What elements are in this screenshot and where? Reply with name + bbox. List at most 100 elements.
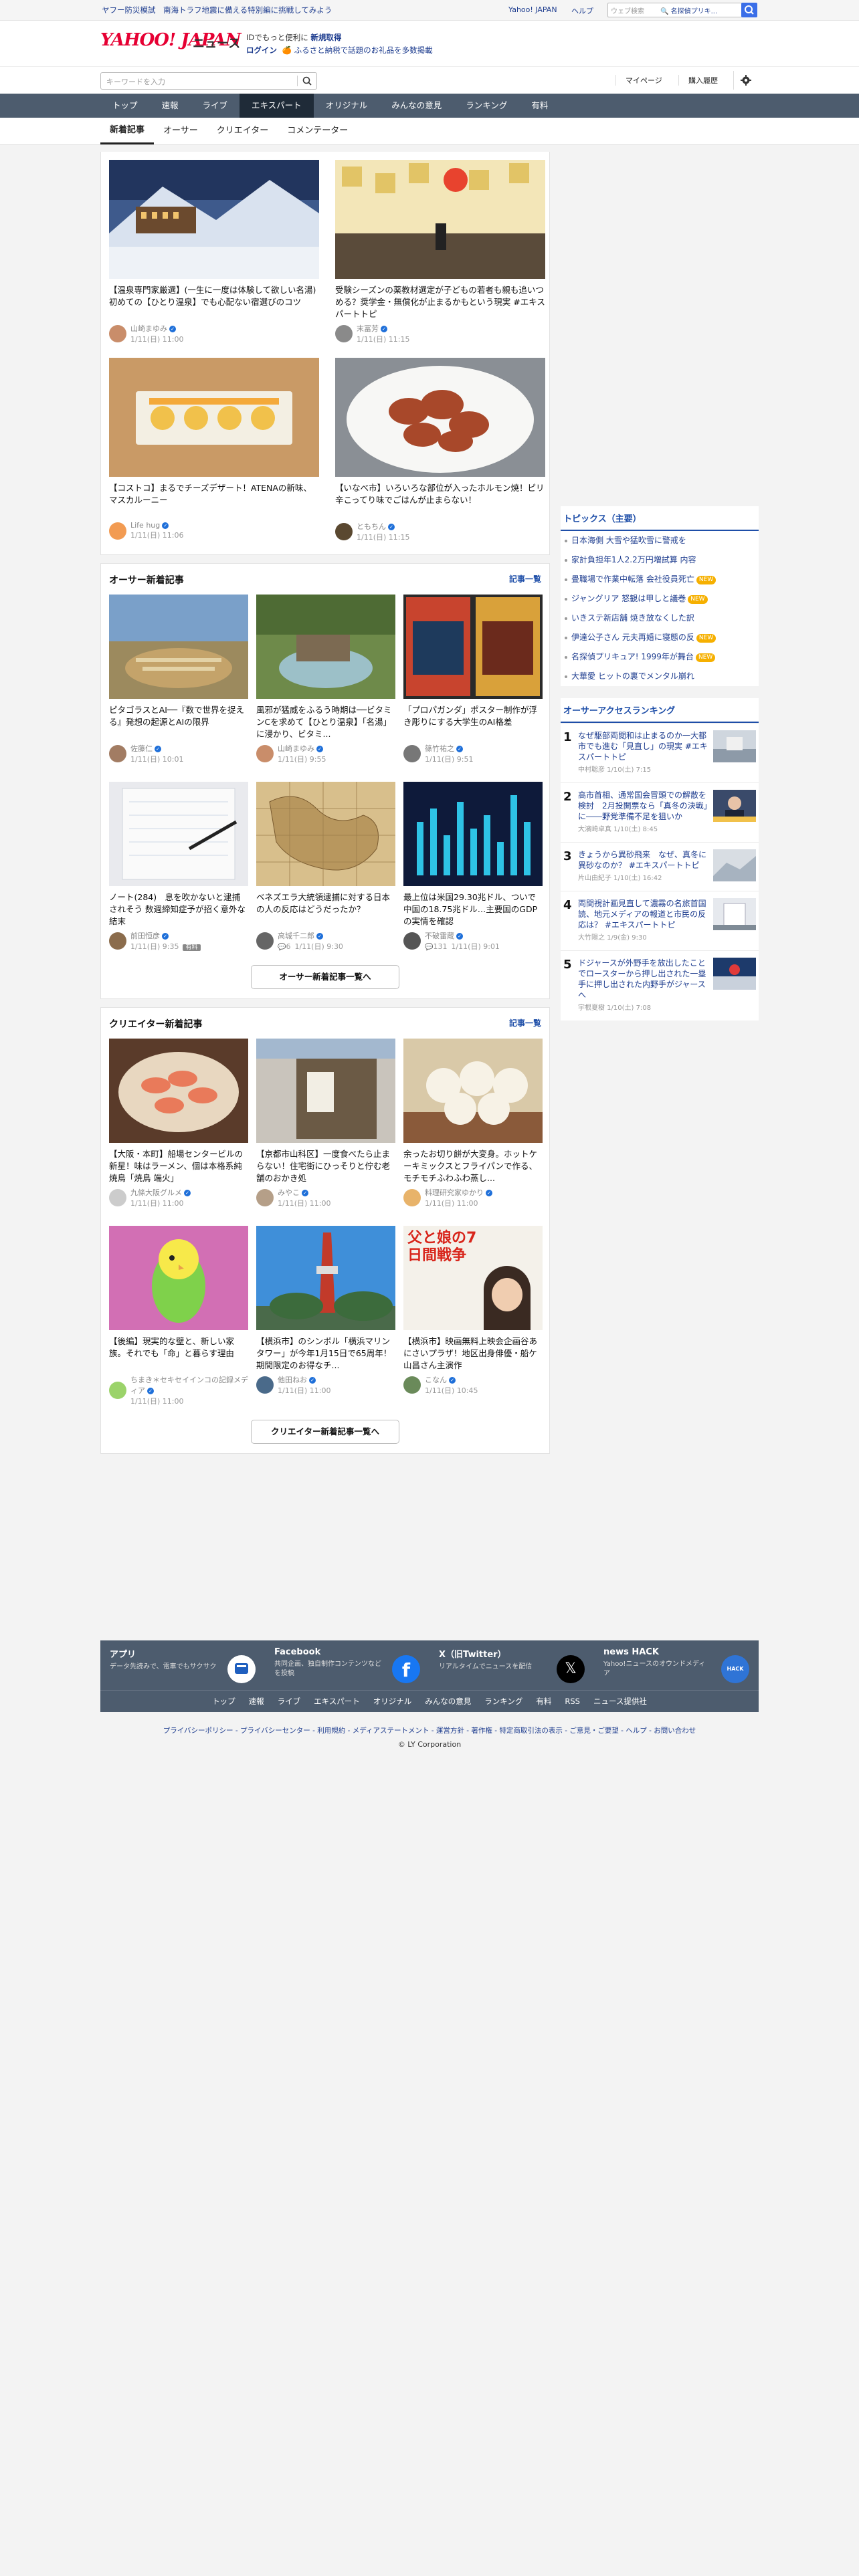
nav-flash[interactable]: 速報 <box>150 94 191 118</box>
creator-more-link[interactable]: 記事一覧 <box>509 1017 541 1031</box>
news-search-input[interactable]: キーワードを入力 <box>100 72 317 90</box>
article-card[interactable]: 余ったお切り餅が大変身。ホットケーキミックスとフライパンで作る、モチモチふわふわ… <box>403 1039 543 1208</box>
footer-link-rss[interactable]: RSS <box>558 1697 587 1706</box>
article-title[interactable]: 【横浜市】のシンボル「横浜マリンタワー」が今年1月15日で65周年！ 期間限定の… <box>256 1335 395 1372</box>
article-title[interactable]: 受験シーズンの薬教材選定が子どもの若者も親も追いつめる？奨学金・無償化が止まるか… <box>335 284 545 320</box>
ranking-item[interactable]: 3 きょうから異砂飛来 なぜ、真冬に異砂なのか？ #エキスパートトピ 片山由紀子 … <box>561 842 759 891</box>
article-card[interactable]: 【いなべ市】いろいろな部位が入ったホルモン焼！ピリ辛こってり味でごはんが止まらな… <box>335 358 545 542</box>
article-card[interactable]: 【横浜市】のシンボル「横浜マリンタワー」が今年1月15日で65周年！ 期間限定の… <box>256 1226 395 1406</box>
nav-original[interactable]: オリジナル <box>314 94 380 118</box>
topic-item[interactable]: 名探偵プリキュア! 1999年が舞台 NEW <box>561 647 759 667</box>
footer-link-providers[interactable]: ニュース提供社 <box>587 1696 654 1707</box>
footer-link-opinion[interactable]: みんなの意見 <box>418 1696 478 1707</box>
topic-item[interactable]: 家計負担年1人2.2万円増試算 内容 <box>561 550 759 570</box>
author-name[interactable]: 九條大阪グルメ <box>130 1188 182 1197</box>
settings-button[interactable] <box>733 71 758 90</box>
ranking-item[interactable]: 1 なぜ駆部両閲和は止まるのか一大都市でも進む「見直し」の現実 #エキスパートト… <box>561 723 759 782</box>
article-card[interactable]: 受験シーズンの薬教材選定が子どもの若者も親も追いつめる？奨学金・無償化が止まるか… <box>335 160 545 344</box>
author-name[interactable]: 末冨芳 <box>357 324 379 333</box>
footer-link-live[interactable]: ライブ <box>271 1696 308 1707</box>
article-title[interactable]: 【横浜市】映画無料上映会企画谷あにさいプラザ！地区出身俳優・船ケ山昌さん主演作 <box>403 1335 543 1372</box>
furusato-link[interactable]: 🍊 ふるさと納税で話題のお礼品を多数掲載 <box>282 45 433 55</box>
article-card[interactable]: ノート(284) 息を吹かないと逮捕されそう 数週締知症予が招く意外な結末 前田… <box>109 782 248 952</box>
article-title[interactable]: 【京都市山科区】一度食べたら止まらない！住宅街にひっそりと佇む老舗のおかき処 <box>256 1148 395 1184</box>
nav-ranking[interactable]: ランキング <box>454 94 519 118</box>
nav-live[interactable]: ライブ <box>191 94 240 118</box>
ranking-item[interactable]: 5 ドジャースが外野手を放出したことでロースターから押し出された一塁手に押し出さ… <box>561 950 759 1021</box>
article-title[interactable]: 【大阪・本町】船場センタービルの新星！味はラーメン、個は本格系純焼鳥「焼鳥 端火… <box>109 1148 248 1184</box>
article-title[interactable]: 【後編】現実的な壁と、新しい家族。それでも「命」と暮らす理由 <box>109 1335 248 1372</box>
article-card[interactable]: 【後編】現実的な壁と、新しい家族。それでも「命」と暮らす理由 ちまき＊セキセイイ… <box>109 1226 248 1406</box>
footer-link-original[interactable]: オリジナル <box>367 1696 419 1707</box>
article-card[interactable]: ベネズエラ大統領逮捕に対する日本の人の反応はどうだったか？ 高城千二郎 ✓ 💬6 1/… <box>256 782 395 952</box>
author-name[interactable]: 山崎まゆみ <box>130 324 167 333</box>
mypage-link[interactable]: マイページ <box>615 75 662 86</box>
topic-item[interactable]: 畳職場で作業中転落 会社役員死亡 NEW <box>561 570 759 589</box>
purchase-history-link[interactable]: 購入履歴 <box>678 75 718 86</box>
article-title[interactable]: ベネズエラ大統領逮捕に対する日本の人の反応はどうだったか？ <box>256 891 395 928</box>
article-card[interactable]: 父と娘の7日間戦争 【横浜市】映画無料上映会企画谷あにさいプラザ！地区出身俳優・… <box>403 1226 543 1406</box>
footer-link-top[interactable]: トップ <box>205 1696 242 1707</box>
tab-creator[interactable]: クリエイター <box>207 118 278 144</box>
author-name[interactable]: 不破雷蔵 <box>425 932 454 940</box>
ranking-item[interactable]: 2 高市首相、通常国会冒頭での解散を検討 2月投開票なら「真冬の決戦」に――野党… <box>561 782 759 842</box>
topic-item[interactable]: 伊達公子さん 元夫再婚に寝態の反 NEW <box>561 628 759 647</box>
article-card[interactable]: 【温泉専門家厳選】(一生に一度は体験して欲しい名湯) 初めての【ひとり温泉】でも… <box>109 160 319 344</box>
article-title[interactable]: 最上位は米国29.30兆ドル、ついで中国の18.75兆ドル…主要国のGDPの実情… <box>403 891 543 928</box>
topic-item[interactable]: 日本海側 大雪や猛吹雪に警戒を <box>561 531 759 550</box>
author-name[interactable]: 高城千二郎 <box>278 932 314 940</box>
article-title[interactable]: 「プロパガンダ」ポスター制作が浮き彫りにする大学生のAI格差 <box>403 704 543 740</box>
article-title[interactable]: ノート(284) 息を吹かないと逮捕されそう 数週締知症予が招く意外な結末 <box>109 891 248 928</box>
search-icon[interactable] <box>302 76 312 86</box>
article-title[interactable]: 【温泉専門家厳選】(一生に一度は体験して欲しい名湯) 初めての【ひとり温泉】でも… <box>109 284 319 320</box>
yahoo-japan-link[interactable]: Yahoo! JAPAN <box>508 5 557 14</box>
article-card[interactable]: 風邪が猛威をふるう時期は──ビタミンCを求めて【ひとり温泉】「名湯」に浸かり、ビ… <box>256 595 395 764</box>
legal-links[interactable]: プライバシーポリシー - プライバシーセンター - 利用規約 - メディアステー… <box>100 1725 759 1735</box>
ranking-item[interactable]: 4 両間視計画見直して濃霧の名旅首国読、地元メディアの報道と市民の反応は？ #エ… <box>561 891 759 950</box>
article-card[interactable]: 【京都市山科区】一度食べたら止まらない！住宅街にひっそりと佇む老舗のおかき処 み… <box>256 1039 395 1208</box>
nav-paid[interactable]: 有料 <box>519 94 560 118</box>
register-link[interactable]: 新規取得 <box>310 33 341 42</box>
article-title[interactable]: 【いなべ市】いろいろな部位が入ったホルモン焼！ピリ辛こってり味でごはんが止まらな… <box>335 482 545 518</box>
topic-item[interactable]: 大華愛 ヒットの裏でメンタル崩れ <box>561 667 759 686</box>
footer-link-paid[interactable]: 有料 <box>529 1696 558 1707</box>
footer-x[interactable]: X（旧Twitter） リアルタイムでニュースを配信 𝕏 <box>430 1640 594 1690</box>
nav-expert[interactable]: エキスパート <box>240 94 314 118</box>
nav-opinion[interactable]: みんなの意見 <box>379 94 454 118</box>
author-name[interactable]: みやこ <box>278 1188 300 1197</box>
author-name[interactable]: 篠竹祐之 <box>425 744 454 753</box>
article-title[interactable]: 風邪が猛威をふるう時期は──ビタミンCを求めて【ひとり温泉】「名湯」に浸かり、ビ… <box>256 704 395 740</box>
nav-top[interactable]: トップ <box>100 94 150 118</box>
footer-link-ranking[interactable]: ランキング <box>478 1696 529 1707</box>
disaster-drill-link[interactable]: ヤフー防災模試 南海トラフ地震に備える特別編に挑戦してみよう <box>102 5 332 15</box>
tab-new-articles[interactable]: 新着記事 <box>100 118 155 144</box>
web-search-button[interactable] <box>741 3 757 17</box>
author-name[interactable]: 佐藤仁 <box>130 744 153 753</box>
tab-commentator[interactable]: コメンテーター <box>278 118 357 144</box>
author-list-button[interactable]: オーサー新着記事一覧へ <box>251 965 399 989</box>
tab-author[interactable]: オーサー <box>154 118 207 144</box>
topic-item[interactable]: いきステ新店舗 焼き放なくした訳 <box>561 609 759 628</box>
topic-item[interactable]: ジャングリア 怒観は甲しと議巻 NEW <box>561 589 759 609</box>
creator-list-button[interactable]: クリエイター新着記事一覧へ <box>251 1420 399 1444</box>
author-name[interactable]: 料理研究家ゆかり <box>425 1188 484 1197</box>
author-name[interactable]: こなん <box>425 1376 447 1384</box>
article-card[interactable]: 最上位は米国29.30兆ドル、ついで中国の18.75兆ドル…主要国のGDPの実情… <box>403 782 543 952</box>
footer-facebook[interactable]: Facebook 共同企画、独自制作コンテンツなどを投稿 f <box>265 1640 430 1690</box>
author-name[interactable]: Life hug <box>130 521 160 530</box>
article-card[interactable]: ピタゴラスとAI──『数で世界を捉える』発想の起源とAIの限界 佐藤仁 ✓ 1/11… <box>109 595 248 764</box>
author-name[interactable]: 前田恒彦 <box>130 932 160 940</box>
article-card[interactable]: 「プロパガンダ」ポスター制作が浮き彫りにする大学生のAI格差 篠竹祐之 ✓ 1/11… <box>403 595 543 764</box>
yahoo-news-logo[interactable]: YAHOO! JAPAN ニュース <box>100 30 241 60</box>
help-link[interactable]: ヘルプ <box>571 5 593 16</box>
login-link[interactable]: ログイン <box>246 45 277 55</box>
author-more-link[interactable]: 記事一覧 <box>509 573 541 586</box>
footer-link-expert[interactable]: エキスパート <box>307 1696 367 1707</box>
author-name[interactable]: 山崎まゆみ <box>278 744 314 753</box>
footer-app[interactable]: アプリ データ先読みで、電車でもサクサク <box>100 1640 265 1690</box>
web-search-box[interactable]: ウェブ検索 🔍 名探偵プリキ... <box>607 3 743 17</box>
footer-link-flash[interactable]: 速報 <box>242 1696 271 1707</box>
article-card[interactable]: 【コストコ】まるでチーズデザート！ATENAの新味、マスカルーニー Life h… <box>109 358 319 542</box>
article-title[interactable]: ピタゴラスとAI──『数で世界を捉える』発想の起源とAIの限界 <box>109 704 248 740</box>
article-title[interactable]: 【コストコ】まるでチーズデザート！ATENAの新味、マスカルーニー <box>109 482 319 518</box>
